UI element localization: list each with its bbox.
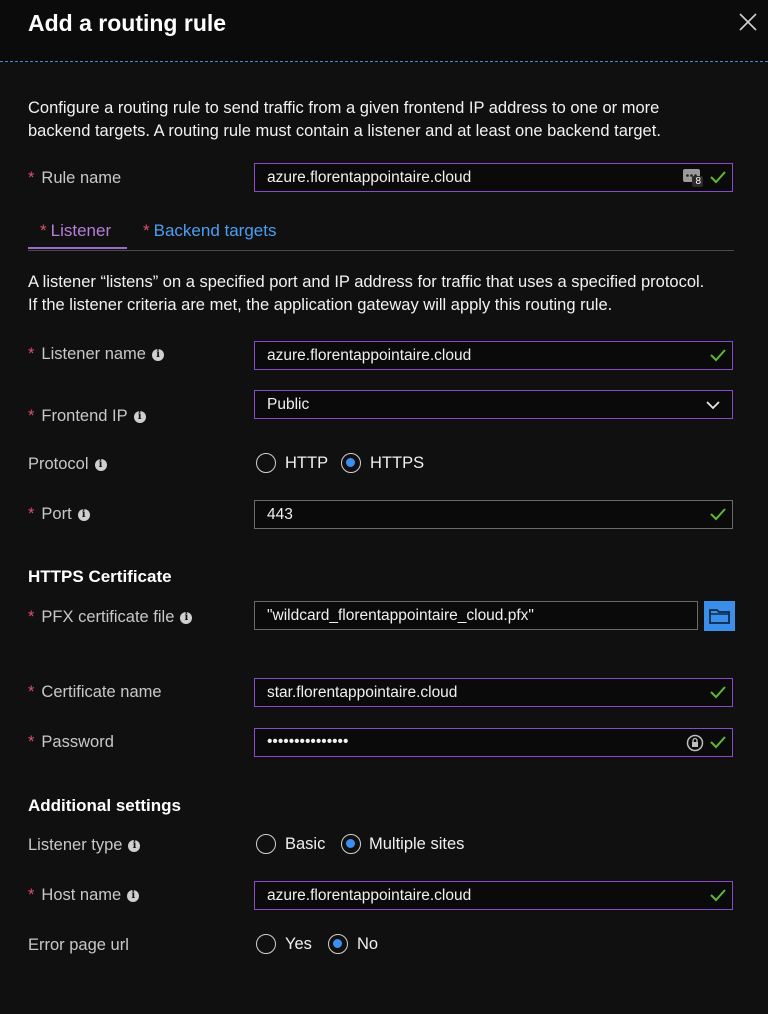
- listener-type-basic-label: Basic: [285, 835, 326, 853]
- error-page-no-label: No: [357, 935, 379, 953]
- chevron-down-icon: [706, 401, 720, 410]
- tab-active-indicator: [28, 247, 127, 249]
- info-icon[interactable]: i: [77, 508, 90, 521]
- header-divider: [0, 61, 768, 62]
- listener-type-basic-radio[interactable]: [256, 834, 276, 854]
- host-name-input[interactable]: azure.florentappointaire.cloud: [254, 881, 733, 910]
- error-page-no-radio[interactable]: [328, 934, 348, 954]
- port-label: * Port i: [28, 505, 90, 524]
- listener-type-multiple-label: Multiple sites: [369, 835, 465, 853]
- frontend-ip-select[interactable]: Public: [254, 390, 733, 419]
- listener-type-multiple-radio[interactable]: [341, 834, 361, 854]
- pfx-file-label: * PFX certificate file i: [28, 608, 193, 627]
- generator-badge: 8: [695, 176, 701, 187]
- listener-type-label: Listener type i: [28, 836, 141, 855]
- protocol-https-label: HTTPS: [370, 454, 425, 472]
- browse-file-button[interactable]: [704, 601, 735, 631]
- password-input[interactable]: •••••••••••••••: [254, 728, 733, 757]
- tab-backend-targets[interactable]: * Backend targets: [143, 221, 276, 241]
- info-icon[interactable]: i: [180, 611, 193, 624]
- rule-name-input[interactable]: azure.florentappointaire.cloud 8: [254, 163, 733, 192]
- password-label: * Password: [28, 733, 114, 751]
- info-icon[interactable]: i: [151, 348, 164, 361]
- additional-settings-heading: Additional settings: [28, 796, 181, 815]
- tab-divider: [28, 250, 734, 251]
- intro-text: Configure a routing rule to send traffic…: [28, 99, 661, 140]
- protocol-https-radio[interactable]: [341, 453, 361, 473]
- folder-icon: [709, 609, 730, 624]
- rule-name-label: * Rule name: [28, 169, 122, 187]
- protocol-http-label: HTTP: [285, 454, 329, 472]
- pfx-file-input[interactable]: "wildcard_florentappointaire_cloud.pfx": [254, 601, 698, 630]
- info-icon[interactable]: i: [133, 410, 146, 423]
- valid-check-icon: [710, 349, 726, 362]
- info-icon[interactable]: i: [127, 889, 140, 902]
- tab-listener[interactable]: * Listener: [40, 221, 111, 241]
- info-icon[interactable]: i: [94, 458, 107, 471]
- port-input[interactable]: 443: [254, 500, 733, 529]
- error-page-yes-label: Yes: [285, 935, 312, 953]
- info-icon[interactable]: i: [128, 839, 141, 852]
- valid-check-icon: [710, 889, 726, 902]
- panel-title: Add a routing rule: [28, 10, 227, 36]
- listener-name-input[interactable]: azure.florentappointaire.cloud: [254, 341, 733, 370]
- listener-name-label: * Listener name i: [28, 345, 164, 364]
- error-page-url-label: Error page url: [28, 936, 129, 954]
- certificate-name-input[interactable]: star.florentappointaire.cloud: [254, 678, 733, 707]
- frontend-ip-label: * Frontend IP i: [28, 407, 146, 426]
- password-reveal-icon[interactable]: [686, 734, 704, 752]
- valid-check-icon: [710, 171, 726, 184]
- host-name-label: * Host name i: [28, 886, 140, 905]
- certificate-name-label: * Certificate name: [28, 683, 162, 701]
- https-certificate-heading: HTTPS Certificate: [28, 567, 172, 586]
- protocol-label: Protocol i: [28, 455, 107, 474]
- valid-check-icon: [710, 736, 726, 749]
- listener-description: A listener “listens” on a specified port…: [28, 273, 705, 314]
- valid-check-icon: [710, 508, 726, 521]
- panel-header: Add a routing rule: [0, 0, 768, 62]
- close-icon[interactable]: [736, 10, 760, 34]
- protocol-http-radio[interactable]: [256, 453, 276, 473]
- error-page-yes-radio[interactable]: [256, 934, 276, 954]
- valid-check-icon: [710, 686, 726, 699]
